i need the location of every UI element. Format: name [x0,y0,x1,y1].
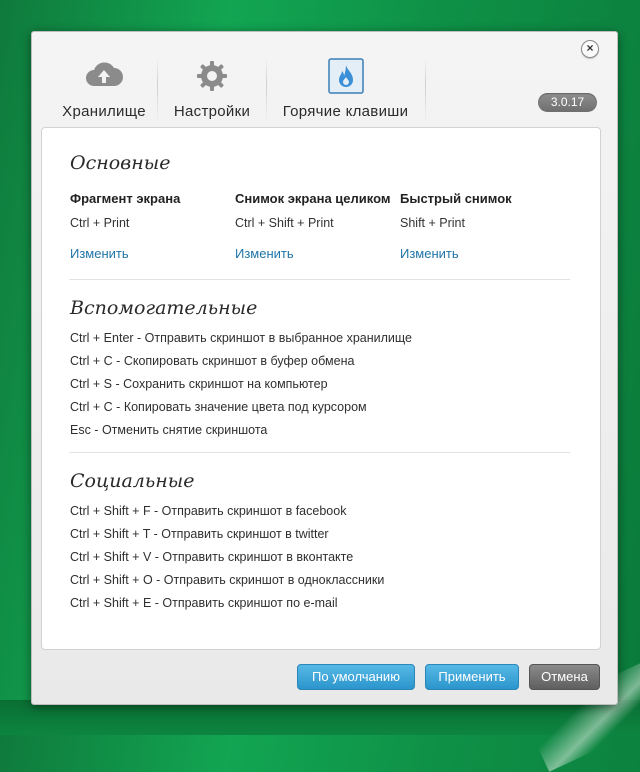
list-item: Ctrl + C - Скопировать скриншот в буфер … [70,354,355,368]
tab-storage-label: Хранилище [62,103,146,120]
section-title-social: Социальные [70,470,195,492]
defaults-button[interactable]: По умолчанию [297,664,415,690]
cancel-button[interactable]: Отмена [529,664,600,690]
tab-hotkeys[interactable]: Горячие клавиши [267,52,424,127]
tab-hotkeys-label: Горячие клавиши [282,103,409,120]
section-divider [69,452,570,453]
list-item: Ctrl + Shift + F - Отправить скриншот в … [70,504,347,518]
close-icon[interactable]: × [581,40,599,58]
flame-icon [327,58,364,98]
shortcut-fullscreen: Ctrl + Shift + Print [235,216,334,230]
column-header-fullscreen: Снимок экрана целиком [235,191,391,206]
tab-storage[interactable]: Хранилище [52,52,156,127]
apply-button[interactable]: Применить [425,664,519,690]
shortcut-fragment: Ctrl + Print [70,216,130,230]
list-item: Ctrl + Shift + O - Отправить скриншот в … [70,573,385,587]
shortcut-quick: Shift + Print [400,216,465,230]
list-item: Ctrl + Shift + E - Отправить скриншот по… [70,596,338,610]
list-item: Ctrl + C - Копировать значение цвета под… [70,400,367,414]
change-fragment-link[interactable]: Изменить [70,246,129,261]
section-title-aux: Вспомогательные [70,297,258,319]
tab-settings[interactable]: Настройки [158,52,266,127]
section-title-main: Основные [70,152,171,174]
gear-icon [194,58,230,98]
version-badge: 3.0.17 [538,93,597,112]
list-item: Esc - Отменить снятие скриншота [70,423,268,437]
change-quick-link[interactable]: Изменить [400,246,459,261]
column-header-fragment: Фрагмент экрана [70,191,181,206]
list-item: Ctrl + S - Сохранить скриншот на компьют… [70,377,328,391]
section-divider [69,279,570,280]
list-item: Ctrl + Enter - Отправить скриншот в выбр… [70,331,412,345]
change-fullscreen-link[interactable]: Изменить [235,246,294,261]
list-item: Ctrl + Shift + V - Отправить скриншот в … [70,550,354,564]
tab-settings-label: Настройки [173,103,251,120]
list-item: Ctrl + Shift + T - Отправить скриншот в … [70,527,329,541]
column-header-quick: Быстрый снимок [400,191,512,206]
cloud-upload-icon [84,58,124,96]
tab-divider [425,58,426,124]
